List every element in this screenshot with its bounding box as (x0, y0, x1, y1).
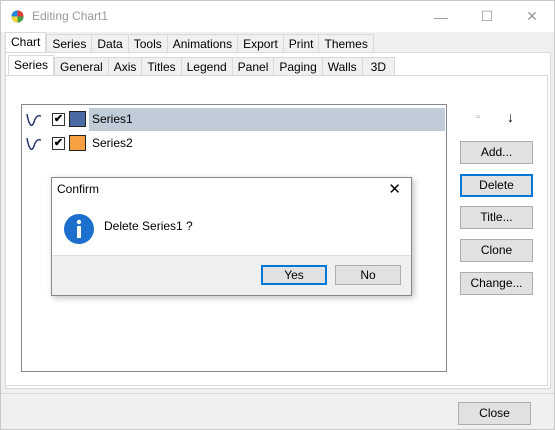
series-name: Series2 (92, 136, 133, 150)
close-editor-button[interactable]: Close (458, 402, 531, 425)
series-color-swatch[interactable] (69, 111, 86, 127)
tab-animations[interactable]: Animations (166, 34, 238, 54)
subtab-panel[interactable]: Panel (231, 57, 274, 77)
move-down-button[interactable]: ↓ (507, 109, 514, 125)
dialog-close-button[interactable]: ✕ (388, 180, 401, 198)
yes-button[interactable]: Yes (261, 265, 327, 285)
tab-data[interactable]: Data (91, 34, 128, 54)
subtab-general[interactable]: General (54, 57, 108, 77)
maximize-button[interactable]: ☐ (464, 1, 510, 32)
subtab-3d[interactable]: 3D (361, 57, 395, 77)
tab-export[interactable]: Export (237, 34, 283, 54)
series-checkbox[interactable]: ✔ (52, 137, 65, 150)
dialog-title: Confirm (57, 182, 100, 196)
editor-window: Editing Chart1 — ☐ ✕ Chart Series Data T… (0, 0, 555, 430)
tab-themes[interactable]: Themes (318, 34, 374, 54)
sub-tab-bar: Series General Axis Titles Legend Panel … (8, 55, 395, 77)
series-color-swatch[interactable] (69, 135, 86, 151)
series-checkbox[interactable]: ✔ (52, 113, 65, 126)
minimize-icon: — (434, 8, 448, 25)
subtab-titles[interactable]: Titles (141, 57, 181, 77)
series-row[interactable]: ✔ Series2 (22, 132, 446, 155)
line-series-icon (26, 137, 42, 150)
line-series-icon (26, 113, 42, 126)
main-tab-bar: Chart Series Data Tools Animations Expor… (5, 32, 374, 54)
confirm-dialog: Confirm ✕ Delete Series1 ? Yes No (51, 177, 412, 296)
close-icon: ✕ (526, 8, 538, 24)
dialog-button-bar: Yes No (52, 255, 411, 295)
series-title-button[interactable]: Title... (460, 206, 533, 229)
minimize-button[interactable]: — (418, 1, 464, 32)
add-series-button[interactable]: Add... (460, 141, 533, 164)
tab-print[interactable]: Print (282, 34, 319, 54)
window-title: Editing Chart1 (32, 9, 109, 23)
subtab-axis[interactable]: Axis (107, 57, 142, 77)
series-name: Series1 (89, 108, 445, 131)
tab-chart[interactable]: Chart (5, 32, 47, 54)
title-bar: Editing Chart1 — ☐ ✕ (1, 1, 554, 32)
close-window-button[interactable]: ✕ (509, 1, 555, 32)
clone-series-button[interactable]: Clone (460, 239, 533, 262)
series-row[interactable]: ✔ Series1 (22, 108, 446, 131)
info-icon (64, 214, 94, 244)
no-button[interactable]: No (335, 265, 401, 285)
subtab-series[interactable]: Series (8, 55, 55, 77)
dialog-message: Delete Series1 ? (104, 219, 193, 233)
tab-series[interactable]: Series (46, 34, 92, 54)
subtab-paging[interactable]: Paging (273, 57, 322, 77)
tab-tools[interactable]: Tools (127, 34, 167, 54)
change-series-button[interactable]: Change... (460, 272, 533, 295)
move-up-button[interactable]: ▫ (476, 111, 480, 123)
maximize-icon: ☐ (480, 8, 494, 24)
arrow-up-icon: ▫ (476, 111, 480, 123)
subtab-walls[interactable]: Walls (321, 57, 362, 77)
delete-series-button[interactable]: Delete (460, 174, 533, 197)
arrow-down-icon: ↓ (507, 109, 514, 125)
chart-app-icon (11, 10, 24, 23)
footer-divider (1, 393, 554, 394)
subtab-legend[interactable]: Legend (180, 57, 232, 77)
